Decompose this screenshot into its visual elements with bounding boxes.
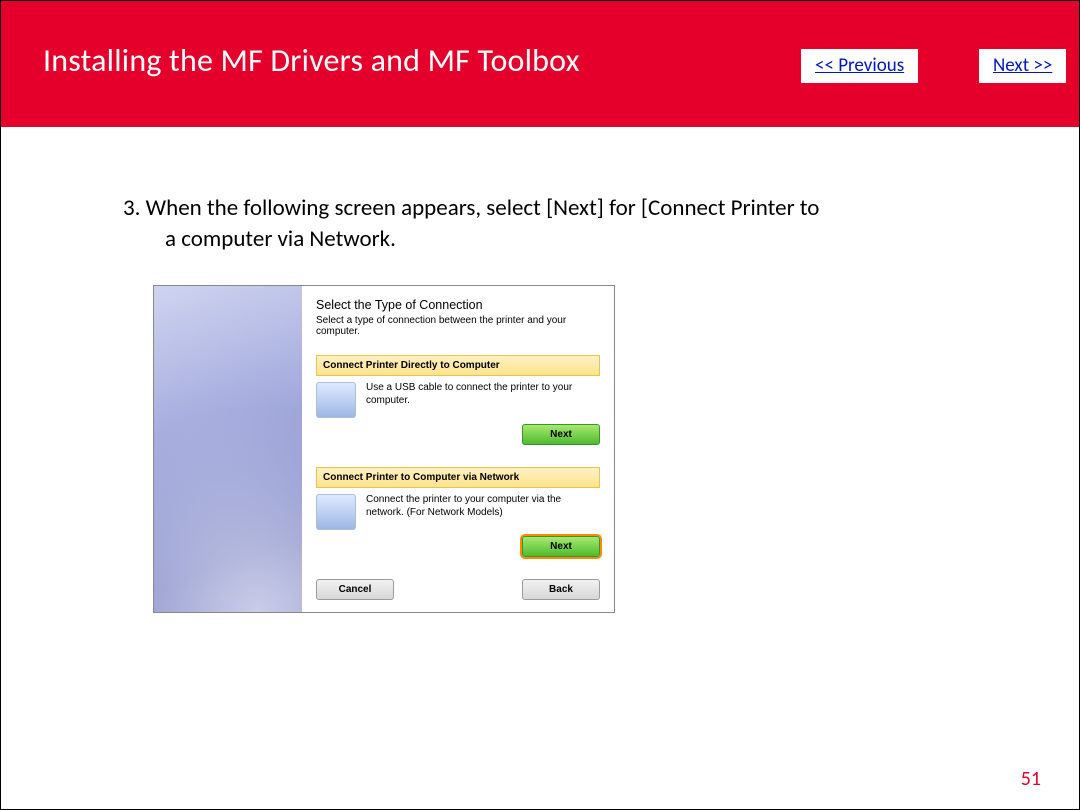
- option-usb-desc: Use a USB cable to connect the printer t…: [366, 382, 600, 407]
- cancel-button[interactable]: Cancel: [316, 579, 394, 600]
- option-usb-title: Connect Printer Directly to Computer: [316, 355, 600, 376]
- network-printer-icon: [316, 494, 356, 530]
- back-button[interactable]: Back: [522, 579, 600, 600]
- previous-button[interactable]: << Previous: [801, 49, 918, 83]
- usb-printer-icon: [316, 382, 356, 418]
- option-usb: Connect Printer Directly to Computer Use…: [316, 355, 600, 445]
- option-network-next-button[interactable]: Next: [522, 536, 600, 557]
- option-usb-next-button[interactable]: Next: [522, 424, 600, 445]
- header-band: Installing the MF Drivers and MF Toolbox…: [1, 1, 1079, 127]
- page-title: Installing the MF Drivers and MF Toolbox: [43, 41, 580, 80]
- next-button[interactable]: Next >>: [979, 49, 1066, 83]
- installer-dialog: Select the Type of Connection Select a t…: [153, 285, 615, 613]
- step-line1: 3. When the following screen appears, se…: [123, 194, 819, 222]
- option-network-desc: Connect the printer to your computer via…: [366, 494, 600, 519]
- dialog-heading: Select the Type of Connection: [316, 298, 600, 312]
- option-network-title: Connect Printer to Computer via Network: [316, 467, 600, 488]
- step-line2: a computer via Network.: [123, 224, 959, 255]
- dialog-sidebar-graphic: [154, 286, 302, 612]
- step-text: 3. When the following screen appears, se…: [123, 193, 959, 255]
- option-network: Connect Printer to Computer via Network …: [316, 467, 600, 557]
- page-number: 51: [1021, 767, 1041, 791]
- dialog-subtext: Select a type of connection between the …: [316, 315, 600, 337]
